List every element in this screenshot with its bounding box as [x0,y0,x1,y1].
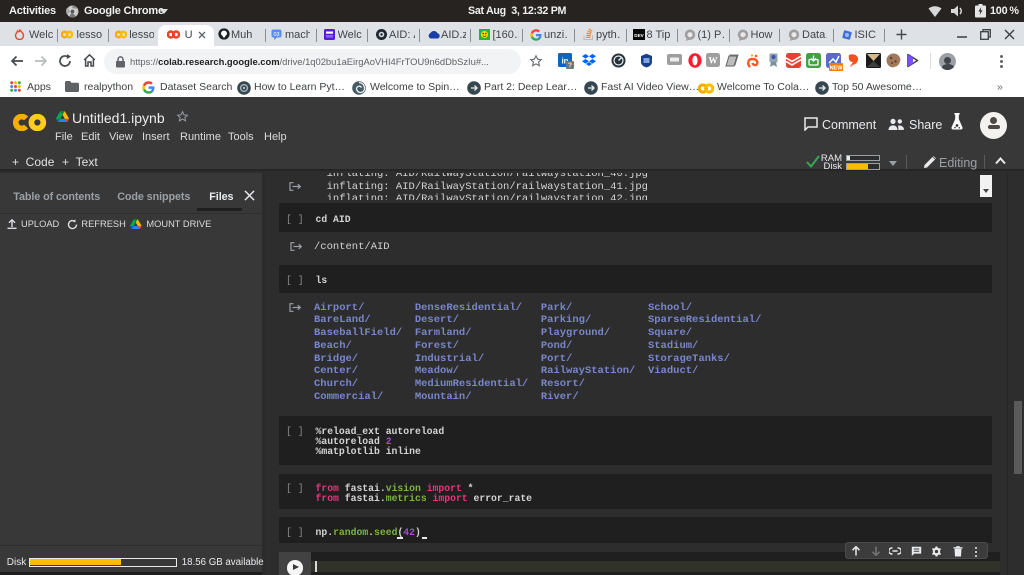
svg-text:DEV: DEV [634,33,644,38]
svg-text:03: 03 [273,32,279,38]
svg-text:W: W [709,56,718,66]
svg-text:NEW: NEW [830,65,843,71]
svg-text:?: ? [568,63,572,70]
